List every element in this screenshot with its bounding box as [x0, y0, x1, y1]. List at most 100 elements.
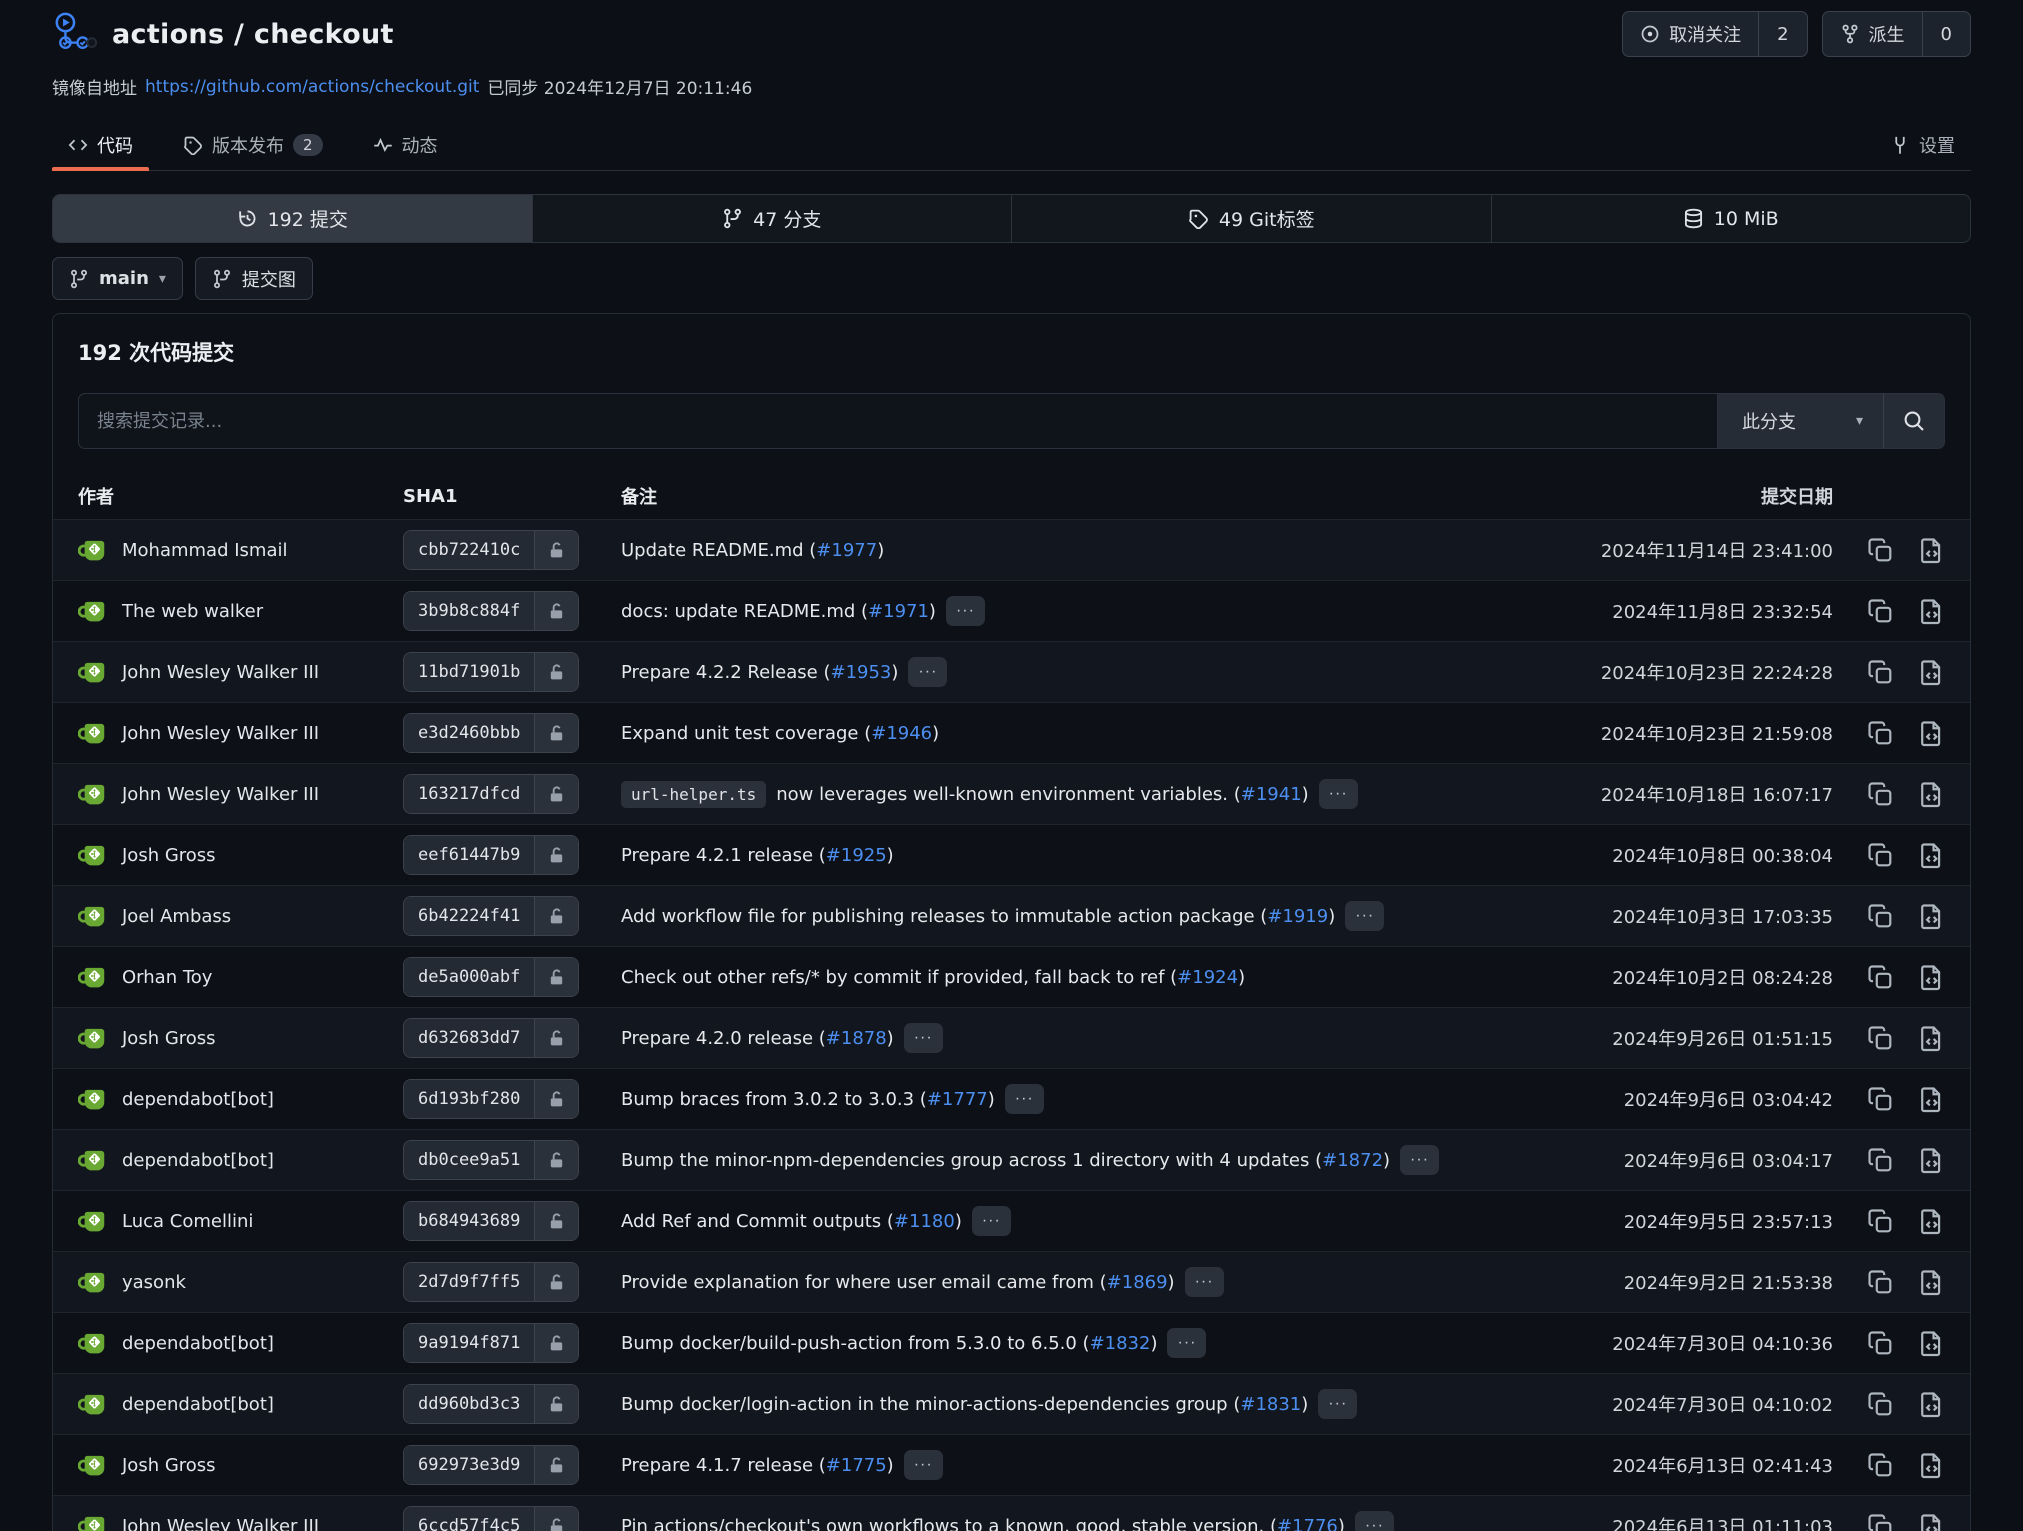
- issue-link[interactable]: #1953: [830, 662, 891, 683]
- stat-tags[interactable]: 49 Git标签: [1011, 195, 1491, 242]
- copy-sha-icon[interactable]: [1867, 598, 1894, 625]
- tab-activity[interactable]: 动态: [357, 119, 454, 170]
- expand-commit-button[interactable]: ···: [1345, 901, 1384, 931]
- issue-link[interactable]: #1775: [826, 1455, 887, 1476]
- copy-sha-icon[interactable]: [1867, 659, 1894, 686]
- issue-link[interactable]: #1919: [1267, 906, 1328, 927]
- commit-sha-badge[interactable]: eef61447b9: [403, 835, 579, 875]
- copy-sha-icon[interactable]: [1867, 1086, 1894, 1113]
- commit-sha-badge[interactable]: 163217dfcd: [403, 774, 579, 814]
- fork-button[interactable]: 派生 0: [1822, 11, 1971, 57]
- browse-source-icon[interactable]: [1918, 842, 1945, 869]
- commit-graph-button[interactable]: 提交图: [195, 257, 313, 300]
- browse-source-icon[interactable]: [1918, 1513, 1945, 1531]
- commit-sha-badge[interactable]: cbb722410c: [403, 530, 579, 570]
- browse-source-icon[interactable]: [1918, 598, 1945, 625]
- browse-source-icon[interactable]: [1918, 1269, 1945, 1296]
- commit-sha-badge[interactable]: 6b42224f41: [403, 896, 579, 936]
- fork-count[interactable]: 0: [1922, 12, 1970, 56]
- copy-sha-icon[interactable]: [1867, 1452, 1894, 1479]
- copy-sha-icon[interactable]: [1867, 1025, 1894, 1052]
- expand-commit-button[interactable]: ···: [1319, 779, 1358, 809]
- browse-source-icon[interactable]: [1918, 903, 1945, 930]
- commit-sha-badge[interactable]: 9a9194f871: [403, 1323, 579, 1363]
- expand-commit-button[interactable]: ···: [904, 1450, 943, 1480]
- copy-sha-icon[interactable]: [1867, 903, 1894, 930]
- browse-source-icon[interactable]: [1918, 1208, 1945, 1235]
- copy-sha-icon[interactable]: [1867, 1147, 1894, 1174]
- issue-link[interactable]: #1832: [1090, 1333, 1151, 1354]
- commit-sha-badge[interactable]: b684943689: [403, 1201, 579, 1241]
- issue-link[interactable]: #1878: [826, 1028, 887, 1049]
- browse-source-icon[interactable]: [1918, 1086, 1945, 1113]
- browse-source-icon[interactable]: [1918, 1025, 1945, 1052]
- issue-link[interactable]: #1925: [826, 845, 887, 866]
- commit-sha-badge[interactable]: de5a000abf: [403, 957, 579, 997]
- expand-commit-button[interactable]: ···: [946, 596, 985, 626]
- expand-commit-button[interactable]: ···: [1355, 1511, 1394, 1531]
- browse-source-icon[interactable]: [1918, 1452, 1945, 1479]
- workflow-logo-icon[interactable]: [52, 11, 98, 57]
- expand-commit-button[interactable]: ···: [908, 657, 947, 687]
- copy-sha-icon[interactable]: [1867, 842, 1894, 869]
- browse-source-icon[interactable]: [1918, 1391, 1945, 1418]
- browse-source-icon[interactable]: [1918, 537, 1945, 564]
- browse-source-icon[interactable]: [1918, 659, 1945, 686]
- expand-commit-button[interactable]: ···: [972, 1206, 1011, 1236]
- issue-link[interactable]: #1777: [927, 1089, 988, 1110]
- search-button[interactable]: [1884, 393, 1945, 449]
- stat-size[interactable]: 10 MiB: [1491, 195, 1971, 242]
- browse-source-icon[interactable]: [1918, 1330, 1945, 1357]
- copy-sha-icon[interactable]: [1867, 720, 1894, 747]
- expand-commit-button[interactable]: ···: [1005, 1084, 1044, 1114]
- unwatch-button[interactable]: 取消关注 2: [1622, 11, 1807, 57]
- issue-link[interactable]: #1872: [1322, 1150, 1383, 1171]
- commit-sha-badge[interactable]: 3b9b8c884f: [403, 591, 579, 631]
- mirror-url-link[interactable]: https://github.com/actions/checkout.git: [145, 77, 479, 97]
- copy-sha-icon[interactable]: [1867, 1513, 1894, 1531]
- commit-sha-badge[interactable]: e3d2460bbb: [403, 713, 579, 753]
- tab-settings[interactable]: 设置: [1874, 119, 1971, 170]
- tab-code[interactable]: 代码: [52, 119, 149, 170]
- commit-sha-badge[interactable]: db0cee9a51: [403, 1140, 579, 1180]
- copy-sha-icon[interactable]: [1867, 1269, 1894, 1296]
- expand-commit-button[interactable]: ···: [904, 1023, 943, 1053]
- commit-sha-badge[interactable]: d632683dd7: [403, 1018, 579, 1058]
- commit-sha-badge[interactable]: 6d193bf280: [403, 1079, 579, 1119]
- issue-link[interactable]: #1180: [894, 1211, 955, 1232]
- commit-sha-badge[interactable]: 692973e3d9: [403, 1445, 579, 1485]
- tab-releases[interactable]: 版本发布 2: [167, 119, 339, 170]
- expand-commit-button[interactable]: ···: [1318, 1389, 1357, 1419]
- issue-link[interactable]: #1971: [868, 601, 929, 622]
- browse-source-icon[interactable]: [1918, 781, 1945, 808]
- stat-commits[interactable]: 192 提交: [53, 195, 532, 242]
- issue-link[interactable]: #1977: [816, 540, 877, 561]
- branch-filter-dropdown[interactable]: 此分支 ▾: [1717, 393, 1884, 449]
- expand-commit-button[interactable]: ···: [1167, 1328, 1206, 1358]
- repo-title[interactable]: actions / checkout: [112, 19, 394, 50]
- issue-link[interactable]: #1946: [871, 723, 932, 744]
- browse-source-icon[interactable]: [1918, 1147, 1945, 1174]
- watch-count[interactable]: 2: [1758, 12, 1806, 56]
- copy-sha-icon[interactable]: [1867, 781, 1894, 808]
- search-input[interactable]: [78, 393, 1717, 449]
- commit-sha-badge[interactable]: 2d7d9f7ff5: [403, 1262, 579, 1302]
- expand-commit-button[interactable]: ···: [1185, 1267, 1224, 1297]
- commit-sha-badge[interactable]: 11bd71901b: [403, 652, 579, 692]
- copy-sha-icon[interactable]: [1867, 537, 1894, 564]
- commit-sha-badge[interactable]: 6ccd57f4c5: [403, 1506, 579, 1531]
- expand-commit-button[interactable]: ···: [1400, 1145, 1439, 1175]
- copy-sha-icon[interactable]: [1867, 1208, 1894, 1235]
- branch-selector[interactable]: main ▾: [52, 257, 183, 300]
- issue-link[interactable]: #1924: [1177, 967, 1238, 988]
- copy-sha-icon[interactable]: [1867, 1330, 1894, 1357]
- issue-link[interactable]: #1776: [1277, 1516, 1338, 1531]
- copy-sha-icon[interactable]: [1867, 964, 1894, 991]
- commit-sha-badge[interactable]: dd960bd3c3: [403, 1384, 579, 1424]
- copy-sha-icon[interactable]: [1867, 1391, 1894, 1418]
- issue-link[interactable]: #1869: [1107, 1272, 1168, 1293]
- issue-link[interactable]: #1941: [1241, 784, 1302, 805]
- issue-link[interactable]: #1831: [1240, 1394, 1301, 1415]
- browse-source-icon[interactable]: [1918, 964, 1945, 991]
- stat-branches[interactable]: 47 分支: [532, 195, 1012, 242]
